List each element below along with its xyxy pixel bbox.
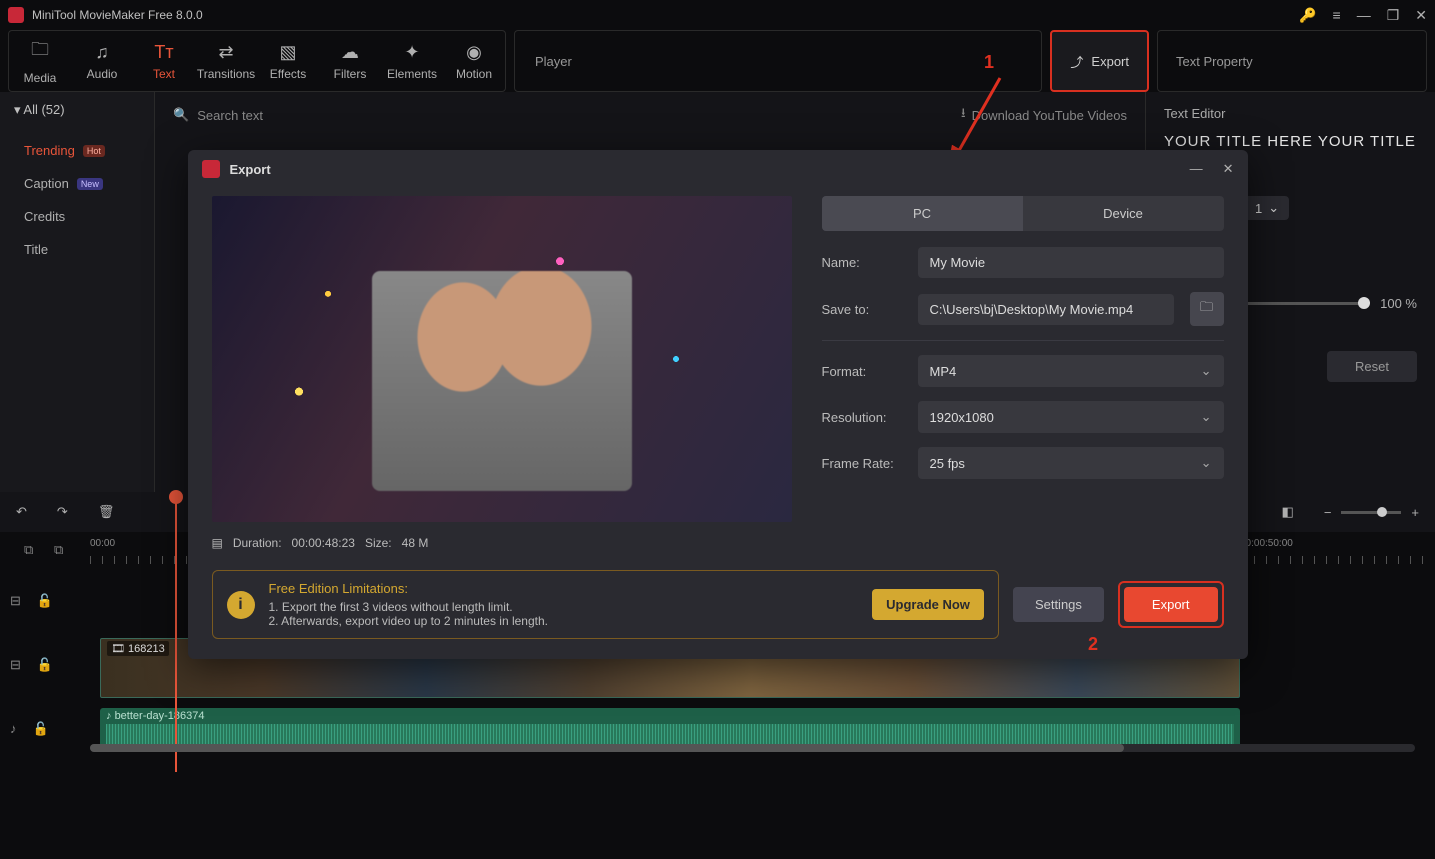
limitations-line-1: 1. Export the first 3 videos without len… <box>269 600 859 614</box>
export-confirm-button[interactable]: Export <box>1124 587 1218 622</box>
limitations-line-2: 2. Afterwards, export video up to 2 minu… <box>269 614 859 628</box>
export-tab-pc[interactable]: PC <box>822 196 1023 231</box>
minimize-icon[interactable]: — <box>1190 161 1203 177</box>
format-select[interactable]: MP4 <box>918 355 1224 387</box>
folder-icon: 🗀 <box>1200 298 1213 320</box>
annotation-2: 2 <box>1088 634 1098 655</box>
name-input[interactable]: My Movie <box>918 247 1224 278</box>
upgrade-now-button[interactable]: Upgrade Now <box>872 589 984 620</box>
save-to-label: Save to: <box>822 302 902 317</box>
app-logo-icon <box>202 160 220 178</box>
format-label: Format: <box>822 364 902 379</box>
close-icon[interactable]: ✕ <box>1223 161 1234 177</box>
modal-title: Export <box>230 162 271 177</box>
limitations-heading: Free Edition Limitations: <box>269 581 859 596</box>
settings-button[interactable]: Settings <box>1013 587 1104 622</box>
export-tab-device[interactable]: Device <box>1023 196 1224 231</box>
info-icon: i <box>227 591 255 619</box>
disk-icon: ▤ <box>212 536 223 550</box>
export-modal: Export — ✕ ▤ Duration: 00:00:48:23 Size:… <box>188 150 1248 659</box>
duration-label: Duration: <box>233 536 282 550</box>
duration-value: 00:00:48:23 <box>292 536 355 550</box>
size-label: Size: <box>365 536 392 550</box>
video-preview <box>212 196 792 522</box>
save-to-input[interactable]: C:\Users\bj\Desktop\My Movie.mp4 <box>918 294 1174 325</box>
resolution-label: Resolution: <box>822 410 902 425</box>
browse-button[interactable]: 🗀 <box>1190 292 1224 326</box>
limitations-banner: i Free Edition Limitations: 1. Export th… <box>212 570 999 639</box>
export-modal-overlay: Export — ✕ ▤ Duration: 00:00:48:23 Size:… <box>0 0 1435 859</box>
size-value: 48 M <box>402 536 429 550</box>
name-label: Name: <box>822 255 902 270</box>
framerate-label: Frame Rate: <box>822 456 902 471</box>
framerate-select[interactable]: 25 fps <box>918 447 1224 479</box>
resolution-select[interactable]: 1920x1080 <box>918 401 1224 433</box>
